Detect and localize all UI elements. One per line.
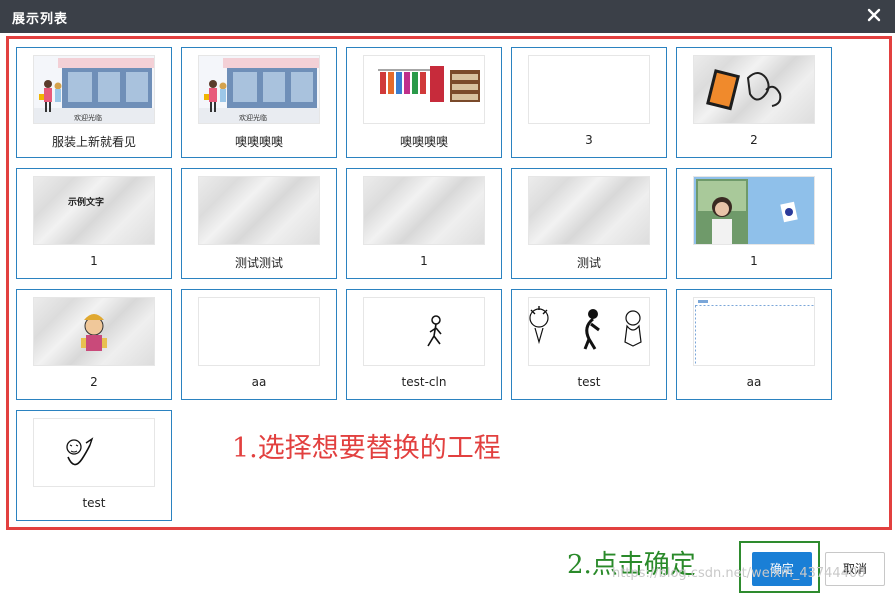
project-card[interactable]: 1 xyxy=(346,168,502,279)
project-thumbnail xyxy=(363,176,485,245)
project-thumbnail xyxy=(693,176,815,245)
project-card[interactable]: 噢噢噢噢 xyxy=(346,47,502,158)
project-card[interactable]: 3 xyxy=(511,47,667,158)
project-thumbnail xyxy=(528,55,650,124)
project-name: test xyxy=(577,375,601,389)
project-card[interactable]: 2 xyxy=(16,289,172,400)
project-name: 测试 xyxy=(576,256,601,270)
project-name: 测试测试 xyxy=(234,256,283,270)
project-thumbnail xyxy=(198,297,320,366)
project-name: test-cln xyxy=(401,375,447,389)
project-card[interactable]: test xyxy=(511,289,667,400)
project-card[interactable]: 欢迎光临 服装上新就看见 xyxy=(16,47,172,158)
project-card[interactable]: aa xyxy=(676,289,832,400)
watermark: https://blog.csdn.net/weixin_43744400 xyxy=(612,566,866,581)
project-name: 噢噢噢噢 xyxy=(399,135,448,149)
svg-text:欢迎光临: 欢迎光临 xyxy=(74,113,102,122)
project-card[interactable]: 2 xyxy=(676,47,832,158)
project-thumbnail: 欢迎光临 xyxy=(33,55,155,124)
project-card[interactable]: 1 xyxy=(676,168,832,279)
svg-text:欢迎光临: 欢迎光临 xyxy=(239,113,267,122)
project-name: aa xyxy=(251,375,267,389)
project-name: 1 xyxy=(750,254,758,268)
project-card[interactable]: 测试测试 xyxy=(181,168,337,279)
project-thumbnail xyxy=(528,176,650,245)
project-thumbnail xyxy=(363,297,485,366)
project-name: test xyxy=(82,496,106,510)
project-thumbnail xyxy=(33,297,155,366)
project-thumbnail xyxy=(528,297,650,366)
close-icon[interactable] xyxy=(865,6,883,24)
project-thumbnail xyxy=(198,176,320,245)
step-1-annotation: 1.选择想要替换的工程 xyxy=(232,433,501,464)
project-name: 噢噢噢噢 xyxy=(234,135,283,149)
project-card[interactable]: test xyxy=(16,410,172,521)
project-thumbnail xyxy=(693,297,815,366)
project-card[interactable]: test-cln xyxy=(346,289,502,400)
dialog-titlebar: 展示列表 xyxy=(0,0,895,33)
project-thumbnail: 示例文字 xyxy=(33,176,155,245)
project-thumbnail: 欢迎光临 xyxy=(198,55,320,124)
project-name: 2 xyxy=(90,375,98,389)
project-name: 1 xyxy=(90,254,98,268)
project-thumbnail xyxy=(363,55,485,124)
project-card[interactable]: 欢迎光临 噢噢噢噢 xyxy=(181,47,337,158)
project-name: 2 xyxy=(750,133,758,147)
project-name: 3 xyxy=(585,133,593,147)
project-thumbnail xyxy=(693,55,815,124)
project-card[interactable]: 测试 xyxy=(511,168,667,279)
project-thumbnail xyxy=(33,418,155,487)
project-name: 服装上新就看见 xyxy=(51,135,136,149)
project-card[interactable]: 示例文字 1 xyxy=(16,168,172,279)
dialog-title: 展示列表 xyxy=(12,12,69,27)
project-name: aa xyxy=(746,375,762,389)
project-name: 1 xyxy=(420,254,428,268)
thumbnail-text: 示例文字 xyxy=(68,196,104,208)
project-card[interactable]: aa xyxy=(181,289,337,400)
